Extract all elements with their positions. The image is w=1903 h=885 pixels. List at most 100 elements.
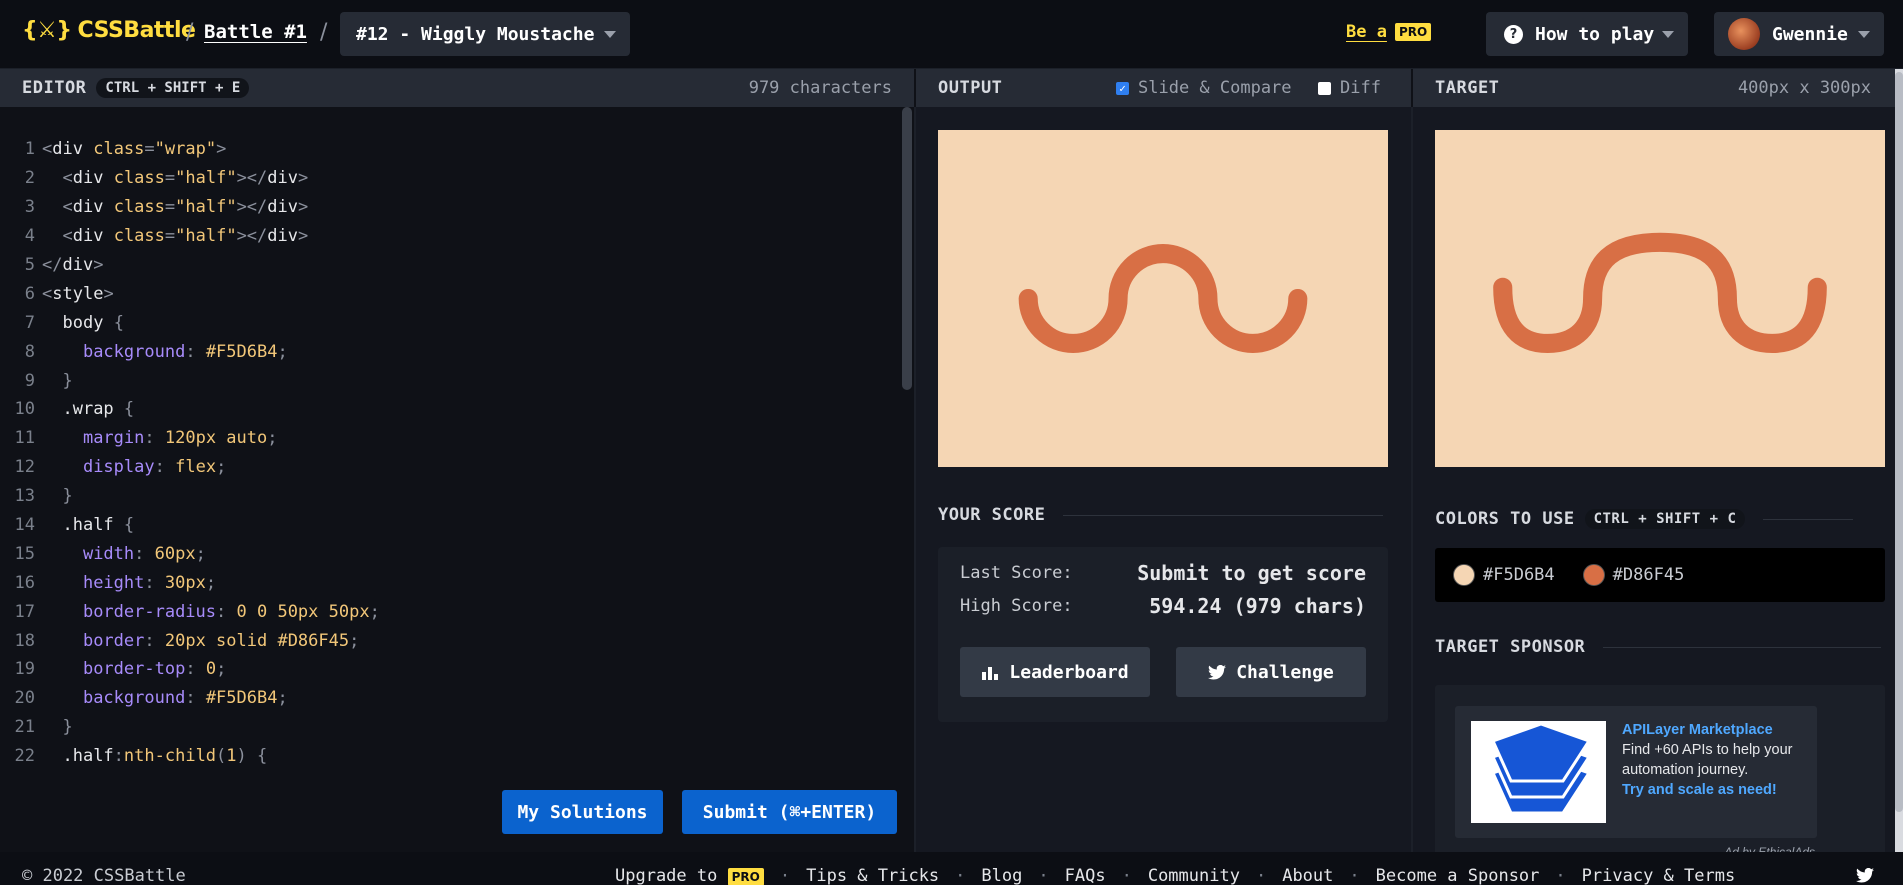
code-line: 21 }: [14, 717, 73, 738]
code-line: 9 }: [24, 370, 73, 391]
be-a-pro-link[interactable]: Be a PRO: [1346, 22, 1432, 42]
target-select-label: #12 - Wiggly Moustache: [356, 23, 595, 45]
sponsor-section-title: TARGET SPONSOR: [1435, 637, 1882, 657]
code-line: 18 border: 20px solid #D86F45;: [14, 630, 360, 651]
editor-header: EDITOR CTRL + SHIFT + E 979 characters: [0, 69, 914, 107]
breadcrumb-separator: /: [186, 20, 194, 45]
leaderboard-button[interactable]: Leaderboard: [960, 647, 1150, 697]
footer-link-community[interactable]: Community: [1148, 866, 1240, 885]
code-line: 3 <div class="half"></div>: [24, 197, 309, 218]
logo-mark-icon: {⚔}: [22, 18, 72, 43]
code-line: 2 <div class="half"></div>: [24, 168, 309, 189]
editor-scrollbar[interactable]: [902, 107, 912, 390]
code-line: 5 </div>: [24, 255, 104, 275]
target-select-dropdown[interactable]: #12 - Wiggly Moustache: [340, 12, 630, 56]
color-swatch[interactable]: #F5D6B4: [1453, 564, 1555, 586]
pro-badge: PRO: [1394, 23, 1432, 41]
code-editor[interactable]: 1 <div class="wrap"> 2 <div class="half">…: [0, 107, 914, 852]
code-line: 19 border-top: 0;: [14, 659, 227, 680]
footer-link-sponsor[interactable]: Become a Sponsor: [1376, 866, 1540, 885]
user-menu-button[interactable]: Gwennie: [1714, 12, 1884, 56]
footer-link-blog[interactable]: Blog: [981, 866, 1022, 885]
output-title: OUTPUT: [938, 78, 1003, 98]
chevron-down-icon: [604, 31, 616, 38]
section-rule: [1763, 518, 1854, 520]
target-header: TARGET 400px x 300px: [1413, 69, 1903, 107]
username: Gwennie: [1772, 23, 1848, 45]
bar-chart-icon: [982, 667, 999, 680]
section-rule: [1063, 514, 1384, 516]
code-lines[interactable]: 1 <div class="wrap"> 2 <div class="half">…: [0, 135, 900, 771]
footer-link-faqs[interactable]: FAQs: [1065, 866, 1106, 885]
chevron-down-icon: [1858, 31, 1870, 38]
your-score-section-title: YOUR SCORE: [938, 505, 1384, 525]
twitter-icon[interactable]: [1856, 868, 1874, 883]
separator-dot: ·: [1555, 866, 1566, 885]
code-line: 8 background: #F5D6B4;: [24, 341, 288, 362]
checkbox-checked-icon[interactable]: ✓: [1116, 81, 1129, 95]
apilayer-logo[interactable]: [1471, 721, 1606, 823]
code-line: 10 .wrap {: [14, 399, 135, 420]
editor-shortcut-badge: CTRL + SHIFT + E: [96, 78, 250, 98]
code-line: 14 .half {: [14, 515, 135, 536]
high-score-value: 594.24 (979 chars): [1149, 594, 1366, 618]
colors-section-title: COLORS TO USE CTRL + SHIFT + C: [1435, 509, 1854, 529]
ad-brand[interactable]: APILayer Marketplace: [1622, 720, 1812, 740]
footer-link-about[interactable]: About: [1282, 866, 1333, 885]
separator-dot: ·: [955, 866, 966, 885]
color-label: #D86F45: [1612, 565, 1685, 585]
score-box: Last Score: Submit to get score High Sco…: [938, 547, 1388, 722]
editor-title: EDITOR: [22, 78, 87, 98]
footer-links: Upgrade to PRO · Tips & Tricks · Blog · …: [615, 866, 1735, 885]
code-line: 16 height: 30px;: [14, 572, 217, 593]
last-score-label: Last Score:: [960, 563, 1073, 583]
target-canvas[interactable]: [1435, 130, 1885, 467]
separator-dot: ·: [1038, 866, 1049, 885]
diff-label: Diff: [1340, 78, 1381, 98]
slide-compare-toggle[interactable]: ✓ Slide & Compare: [1116, 78, 1292, 98]
twitter-icon: [1208, 664, 1227, 680]
target-panel: COLORS TO USE CTRL + SHIFT + C #F5D6B4 #…: [1413, 107, 1903, 860]
color-dot: [1582, 564, 1605, 586]
sponsor-ad[interactable]: APILayer Marketplace Find +60 APIs to he…: [1455, 706, 1817, 838]
code-line: 15 width: 60px;: [14, 543, 206, 564]
diff-toggle[interactable]: Diff: [1318, 78, 1381, 98]
chevron-down-icon: [1662, 31, 1674, 38]
footer-link-upgrade[interactable]: Upgrade to PRO: [615, 866, 764, 885]
code-line: 20 background: #F5D6B4;: [14, 688, 288, 709]
color-label: #F5D6B4: [1483, 565, 1555, 585]
color-swatches: #F5D6B4 #D86F45: [1435, 548, 1885, 602]
code-line: 11 margin: 120px auto;: [14, 428, 278, 449]
output-moustache: [1018, 244, 1308, 353]
separator-dot: ·: [1349, 866, 1360, 885]
output-header: OUTPUT ✓ Slide & Compare Diff: [916, 69, 1411, 107]
ad-cta[interactable]: Try and scale as need!: [1622, 780, 1812, 800]
how-to-play-label: How to play: [1535, 23, 1655, 45]
high-score-label: High Score:: [960, 596, 1073, 616]
color-swatch[interactable]: #D86F45: [1582, 564, 1685, 586]
ad-text[interactable]: APILayer Marketplace Find +60 APIs to he…: [1622, 720, 1812, 800]
page-scrollbar-thumb[interactable]: [1895, 72, 1903, 812]
logo-text: CSSBattle: [77, 18, 196, 43]
high-score-row: High Score: 594.24 (979 chars): [960, 594, 1366, 618]
submit-button[interactable]: Submit (⌘+ENTER): [682, 790, 897, 834]
code-line: 6 <style>: [24, 283, 114, 304]
footer-link-privacy[interactable]: Privacy & Terms: [1582, 866, 1736, 885]
ad-body: Find +60 APIs to help your automation jo…: [1622, 742, 1793, 778]
your-score-title: YOUR SCORE: [938, 505, 1046, 525]
colors-title: COLORS TO USE: [1435, 509, 1575, 529]
code-line: 13 }: [14, 486, 73, 507]
checkbox-unchecked-icon[interactable]: [1318, 81, 1331, 95]
character-count: 979 characters: [748, 78, 892, 98]
be-a-label: Be a: [1346, 22, 1387, 42]
code-line: 12 display: flex;: [14, 457, 227, 478]
how-to-play-button[interactable]: ? How to play: [1486, 12, 1688, 56]
output-canvas[interactable]: [938, 130, 1388, 467]
battle-link[interactable]: Battle #1: [204, 21, 307, 43]
cssbattle-logo[interactable]: {⚔} CSSBattle: [22, 18, 196, 43]
separator-dot: ·: [1255, 866, 1267, 885]
my-solutions-button[interactable]: My Solutions: [502, 790, 663, 834]
challenge-button[interactable]: Challenge: [1176, 647, 1366, 697]
target-dimensions: 400px x 300px: [1737, 78, 1871, 98]
footer-link-tips[interactable]: Tips & Tricks: [806, 866, 939, 885]
